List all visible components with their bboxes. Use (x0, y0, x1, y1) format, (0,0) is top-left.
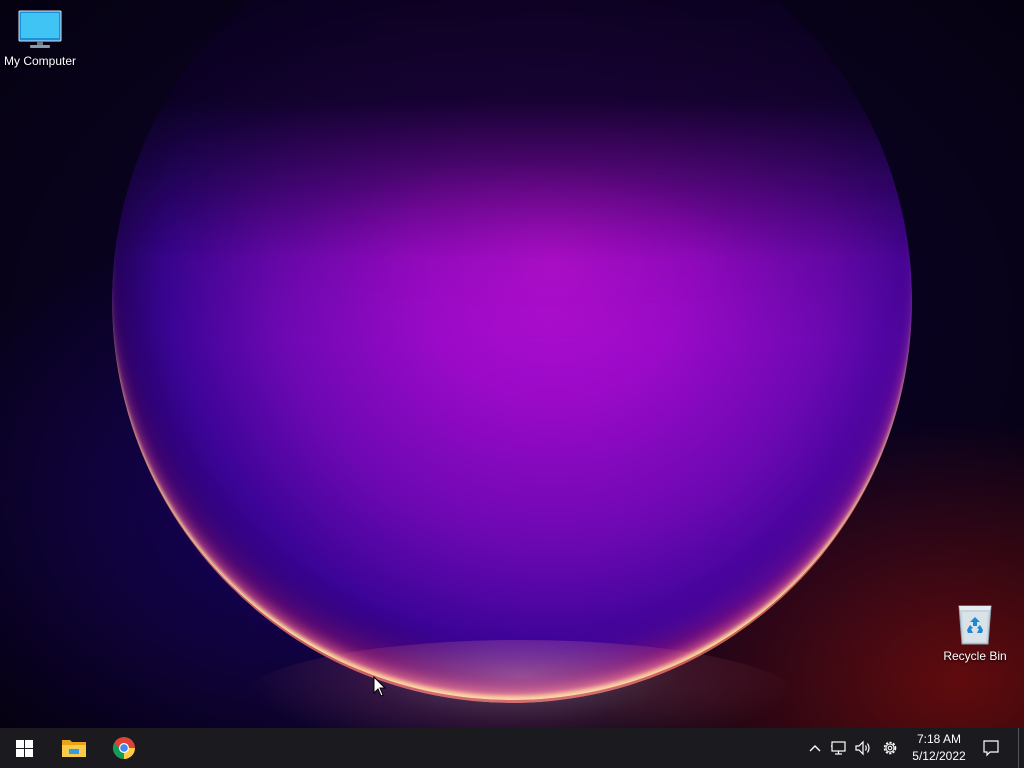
show-hidden-icons-button[interactable] (805, 738, 825, 758)
chrome-icon (113, 737, 135, 759)
action-center-button[interactable] (981, 738, 1001, 758)
taskbar-chrome-button[interactable] (100, 728, 148, 768)
desktop-icon-label: Recycle Bin (943, 649, 1007, 663)
show-desktop-button[interactable] (1018, 728, 1024, 768)
volume-tray-button[interactable] (853, 738, 873, 758)
windows-logo-icon (15, 739, 33, 757)
chevron-up-icon (809, 745, 821, 752)
taskbar-clock[interactable]: 7:18 AM 5/12/2022 (904, 731, 974, 765)
notification-icon (983, 740, 999, 757)
monitor-icon (18, 10, 62, 48)
taskbar-file-explorer-button[interactable] (50, 728, 98, 768)
desktop-icon-my-computer[interactable]: My Computer (0, 6, 80, 68)
clock-time: 7:18 AM (916, 732, 962, 746)
wallpaper-orb-rim (112, 0, 912, 703)
taskbar: 7:18 AM 5/12/2022 (0, 728, 1024, 768)
volume-icon (855, 740, 870, 756)
start-button[interactable] (0, 728, 48, 768)
desktop-wallpaper: My Computer Recycle Bin (0, 0, 1024, 728)
settings-tray-button[interactable] (880, 738, 900, 758)
settings-gear-icon (883, 741, 897, 755)
clock-date: 5/12/2022 (912, 749, 966, 763)
mouse-cursor-icon (373, 676, 387, 697)
desktop-icon-recycle-bin[interactable]: Recycle Bin (935, 601, 1015, 663)
desktop-icon-label: My Computer (3, 54, 77, 68)
folder-icon (62, 740, 86, 757)
recycle-bin-icon (958, 605, 992, 645)
network-tray-button[interactable] (829, 738, 849, 758)
network-icon (831, 741, 846, 755)
